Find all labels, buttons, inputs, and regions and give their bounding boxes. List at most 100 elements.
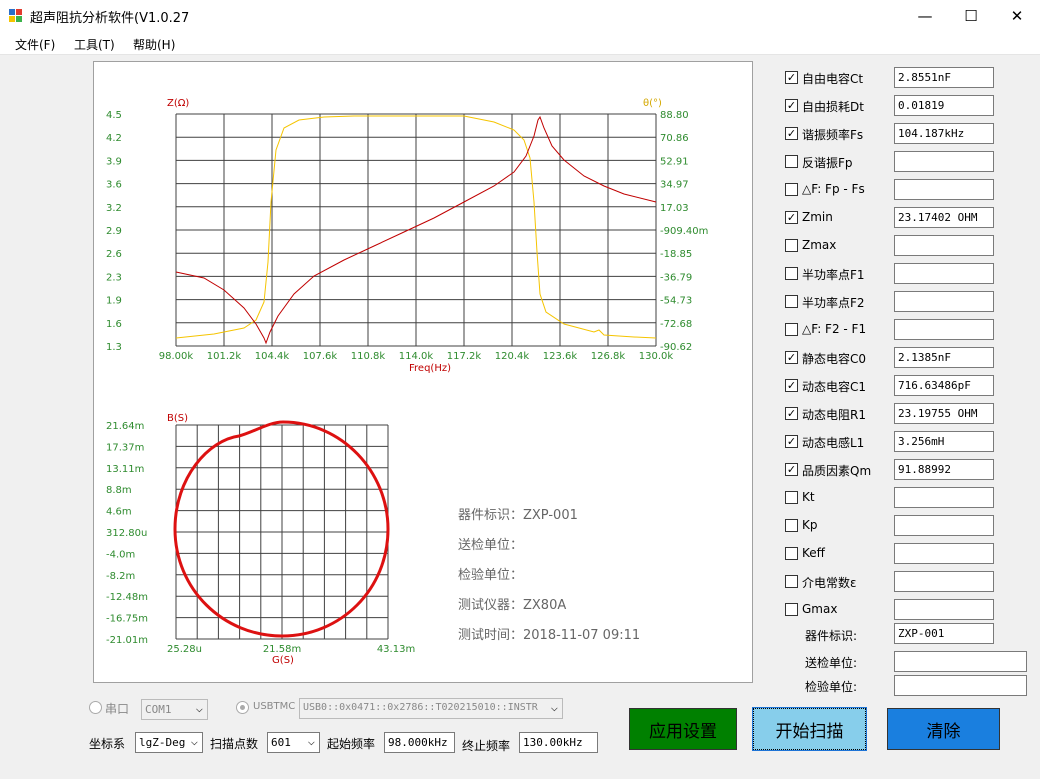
parameter-value-field[interactable]: 3.256mH	[894, 431, 994, 452]
phase-tick-label: -54.73	[660, 296, 692, 307]
parameter-label: 动态电容C1	[802, 380, 867, 394]
menu-tools[interactable]: 工具(T)	[74, 36, 115, 53]
parameter-checkbox[interactable]: ✓	[785, 211, 798, 224]
phase-tick-label: -72.68	[660, 319, 692, 330]
menu-bar: 文件(F) 工具(T) 帮助(H)	[0, 31, 1040, 55]
parameter-value-field[interactable]	[894, 543, 994, 564]
start-scan-button[interactable]: 开始扫描	[752, 707, 867, 751]
parameter-checkbox[interactable]: ✓	[785, 379, 798, 392]
close-button[interactable]: ✕	[994, 0, 1040, 31]
parameter-checkbox[interactable]	[785, 547, 798, 560]
parameter-value-field[interactable]	[894, 291, 994, 312]
impedance-left-ticks: 4.5 4.2 3.9 3.6 3.2 2.9 2.6 2.3 1.9 1.6 1.3	[106, 110, 122, 353]
parameter-checkbox[interactable]: ✓	[785, 435, 798, 448]
coord-select[interactable]: lgZ-Deg ⌵	[135, 732, 203, 753]
conductance-axis-label: G(S)	[272, 655, 294, 666]
parameter-checkbox[interactable]	[785, 183, 798, 196]
parameter-value-field[interactable]: 2.1385nF	[894, 347, 994, 368]
inspect-unit-field[interactable]	[894, 675, 1027, 696]
frequency-tick-label: 98.00k	[159, 351, 194, 362]
serial-radio[interactable]	[89, 701, 102, 714]
parameter-checkbox[interactable]	[785, 603, 798, 616]
usbtmc-label: USBTMC	[253, 701, 296, 712]
usbtmc-address-select[interactable]: USB0::0x0471::0x2786::T020215010::INSTR ⌵	[299, 698, 563, 719]
points-select[interactable]: 601 ⌵	[267, 732, 320, 753]
info-instrument: 测试仪器：ZX80A	[458, 598, 567, 613]
parameter-checkbox[interactable]: ✓	[785, 407, 798, 420]
parameter-checkbox[interactable]	[785, 575, 798, 588]
phase-tick-label: -36.79	[660, 272, 692, 283]
parameter-checkbox[interactable]	[785, 155, 798, 168]
susceptance-tick-label: -8.2m	[106, 571, 135, 582]
stop-freq-label: 终止频率	[462, 739, 511, 753]
parameter-value-field[interactable]	[894, 263, 994, 284]
submit-unit-label: 送检单位:	[805, 656, 858, 670]
device-id-field[interactable]: ZXP-001	[894, 623, 994, 644]
minimize-button[interactable]: —	[902, 0, 948, 31]
parameter-value-field[interactable]	[894, 151, 994, 172]
frequency-tick-label: 120.4k	[495, 351, 530, 362]
parameter-value-field[interactable]	[894, 571, 994, 592]
parameter-value-field[interactable]: 716.63486pF	[894, 375, 994, 396]
apply-settings-button[interactable]: 应用设置	[629, 708, 737, 750]
points-label: 扫描点数	[210, 737, 259, 751]
apply-settings-label: 应用设置	[649, 721, 717, 742]
parameter-value-field[interactable]	[894, 487, 994, 508]
parameter-value-field[interactable]	[894, 599, 994, 620]
impedance-tick-label: 4.2	[106, 133, 122, 144]
parameter-value-field[interactable]: 23.17402 OHM	[894, 207, 994, 228]
minimize-icon: —	[917, 6, 933, 25]
parameter-checkbox[interactable]: ✓	[785, 351, 798, 364]
parameter-value-field[interactable]: 2.8551nF	[894, 67, 994, 88]
chart-panel: 4.5 4.2 3.9 3.6 3.2 2.9 2.6 2.3 1.9 1.6 1.3 88.80 7…	[93, 61, 753, 683]
start-freq-input[interactable]: 98.000kHz	[384, 732, 455, 753]
parameter-value-field[interactable]	[894, 319, 994, 340]
maximize-button[interactable]: ☐	[948, 0, 994, 31]
parameter-value-field[interactable]	[894, 235, 994, 256]
parameter-checkbox[interactable]	[785, 295, 798, 308]
serial-port-select[interactable]: COM1 ⌵	[141, 699, 208, 720]
phase-tick-label: -909.40m	[660, 226, 708, 237]
susceptance-axis-label: B(S)	[167, 413, 188, 424]
clear-button[interactable]: 清除	[887, 708, 1000, 750]
susceptance-tick-label: 312.80u	[106, 528, 147, 539]
parameter-checkbox[interactable]: ✓	[785, 99, 798, 112]
parameter-label: Zmin	[802, 210, 833, 224]
chevron-down-icon: ⌵	[307, 734, 315, 748]
parameter-label: Kp	[802, 518, 818, 532]
coord-value: lgZ-Deg	[139, 736, 186, 749]
menu-help[interactable]: 帮助(H)	[133, 36, 175, 53]
parameter-value-field[interactable]: 104.187kHz	[894, 123, 994, 144]
impedance-tick-label: 3.9	[106, 156, 122, 167]
device-id-label: 器件标识:	[805, 629, 858, 643]
parameter-value-field[interactable]	[894, 515, 994, 536]
parameter-checkbox[interactable]	[785, 267, 798, 280]
phase-tick-label: -18.85	[660, 249, 692, 260]
info-inspect-unit: 检验单位：	[458, 568, 524, 583]
frequency-tick-label: 123.6k	[543, 351, 578, 362]
phase-tick-label: 17.03	[660, 203, 689, 214]
parameter-checkbox[interactable]	[785, 519, 798, 532]
parameter-label: 介电常数ε	[802, 576, 857, 590]
menu-file[interactable]: 文件(F)	[15, 36, 55, 53]
stop-freq-input[interactable]: 130.00kHz	[519, 732, 598, 753]
parameter-checkbox[interactable]: ✓	[785, 127, 798, 140]
parameter-checkbox[interactable]	[785, 239, 798, 252]
parameter-checkbox[interactable]	[785, 323, 798, 336]
parameter-label: Zmax	[802, 238, 837, 252]
impedance-grid	[175, 113, 657, 347]
parameter-label: 动态电阻R1	[802, 408, 866, 422]
chevron-down-icon: ⌵	[190, 734, 198, 748]
phase-tick-label: 70.86	[660, 133, 689, 144]
parameter-value-field[interactable]: 0.01819	[894, 95, 994, 116]
parameter-checkbox[interactable]: ✓	[785, 463, 798, 476]
parameter-checkbox[interactable]: ✓	[785, 71, 798, 84]
parameter-value-field[interactable]: 91.88992	[894, 459, 994, 480]
parameter-value-field[interactable]	[894, 179, 994, 200]
frequency-tick-label: 117.2k	[447, 351, 482, 362]
parameter-value-field[interactable]: 23.19755 OHM	[894, 403, 994, 424]
parameter-checkbox[interactable]	[785, 491, 798, 504]
usbtmc-radio[interactable]	[236, 701, 249, 714]
phase-tick-label: 52.91	[660, 156, 689, 167]
submit-unit-field[interactable]	[894, 651, 1027, 672]
